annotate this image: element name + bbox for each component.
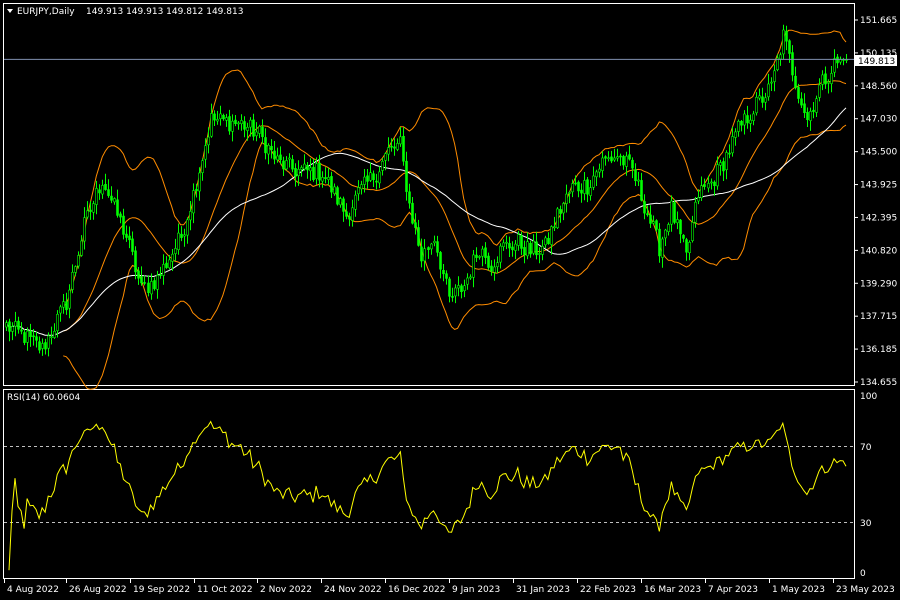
- time-tick-label: 31 Jan 2023: [516, 585, 570, 595]
- symbol-label: EURJPY,Daily: [17, 7, 75, 17]
- price-tick-label: 143.925: [860, 181, 897, 191]
- time-tick-label: 11 Oct 2022: [197, 585, 253, 595]
- price-tick-label: 147.030: [860, 115, 897, 125]
- time-tick-label: 1 May 2023: [772, 585, 825, 595]
- price-tick-label: 136.185: [860, 345, 897, 355]
- time-tick-label: 9 Jan 2023: [452, 585, 500, 595]
- ohlc-values: 149.913 149.913 149.812 149.813: [86, 7, 243, 17]
- time-tick-label: 23 May 2023: [836, 585, 895, 595]
- candle: [673, 199, 676, 225]
- time-tick-label: 19 Sep 2022: [133, 585, 190, 595]
- price-tick-label: 148.560: [860, 82, 897, 92]
- rsi-tick-70: 70: [860, 443, 872, 453]
- rsi-tick-30: 30: [860, 519, 872, 529]
- time-tick-label: 2 Nov 2022: [260, 585, 312, 595]
- time-tick-label: 16 Dec 2022: [388, 585, 446, 595]
- candle: [556, 207, 559, 229]
- price-tick-label: 145.500: [860, 148, 897, 158]
- chart-canvas[interactable]: 151.665150.135148.560147.030145.500143.9…: [0, 0, 900, 600]
- price-tick-label: 134.655: [860, 378, 897, 388]
- time-tick-label: 4 Aug 2022: [7, 585, 59, 595]
- time-tick-label: 26 Aug 2022: [69, 585, 127, 595]
- rsi-header: RSI(14) 60.0604: [7, 393, 80, 403]
- current-price-tag: 149.813: [855, 55, 897, 67]
- price-tick-label: 137.715: [860, 312, 897, 322]
- svg-text:149.813: 149.813: [858, 57, 895, 67]
- candle: [782, 24, 785, 60]
- price-tick-label: 151.665: [860, 16, 897, 26]
- rsi-tick-100: 100: [860, 392, 877, 402]
- time-tick-label: 24 Nov 2022: [324, 585, 382, 595]
- time-tick-label: 16 Mar 2023: [644, 585, 701, 595]
- candle: [336, 185, 339, 206]
- price-tick-label: 139.290: [860, 279, 897, 289]
- price-tick-label: 142.395: [860, 213, 897, 223]
- time-tick-label: 22 Feb 2023: [580, 585, 636, 595]
- time-tick-label: 7 Apr 2023: [708, 585, 758, 595]
- rsi-tick-0: 0: [860, 569, 866, 579]
- price-tick-label: 140.820: [860, 246, 897, 256]
